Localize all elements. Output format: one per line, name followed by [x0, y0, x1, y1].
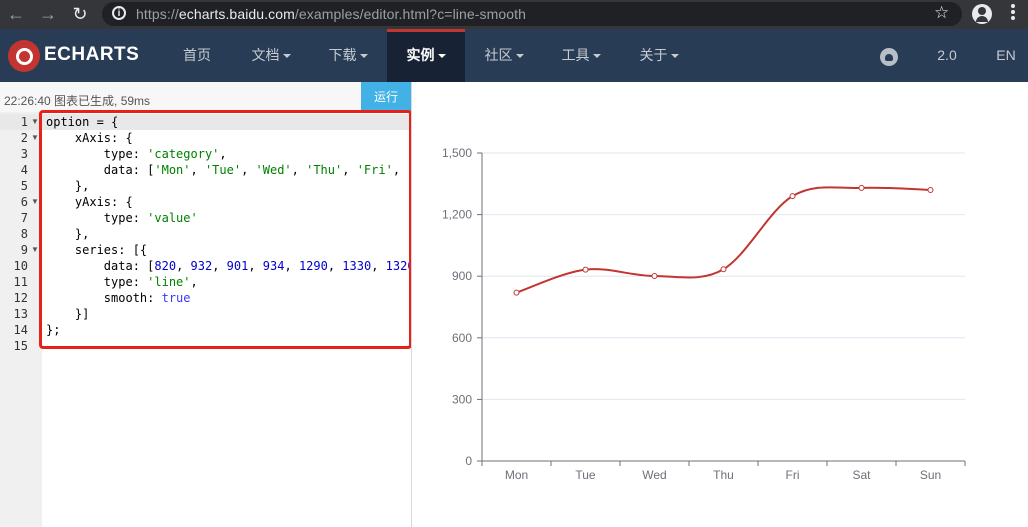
forward-arrow-icon[interactable]: →: [38, 4, 58, 24]
y-tick-label: 900: [452, 269, 472, 283]
line-number: 2: [20, 131, 28, 145]
reload-icon[interactable]: ↻: [70, 4, 90, 24]
status-text: 22:26:40 图表已生成, 59ms: [4, 94, 151, 108]
x-tick-label: Tue: [575, 468, 596, 482]
y-tick-label: 1,200: [442, 208, 472, 222]
caret-down-icon: [437, 54, 446, 59]
address-bar[interactable]: i https://echarts.baidu.com/examples/edi…: [102, 2, 962, 26]
line-number: 7: [20, 211, 28, 225]
line-number: 14: [13, 323, 28, 337]
echarts-logo[interactable]: ECHARTS: [8, 40, 148, 72]
logo-mark-icon: [8, 40, 40, 72]
line-number: 6: [20, 195, 28, 209]
line-number: 4: [20, 163, 28, 177]
data-point[interactable]: [513, 289, 520, 296]
highlight-annotation-box: [39, 110, 412, 349]
bookmark-star-icon[interactable]: ☆: [934, 3, 949, 23]
browser-toolbar: ← → ↻ i https://echarts.baidu.com/exampl…: [0, 0, 1028, 29]
nav-examples[interactable]: 实例: [387, 29, 465, 82]
nav-tools[interactable]: 工具: [551, 29, 611, 82]
caret-down-icon: [670, 54, 679, 59]
line-number: 13: [13, 307, 28, 321]
y-tick-label: 600: [452, 331, 472, 345]
nav-version[interactable]: 2.0: [927, 29, 967, 82]
data-point[interactable]: [858, 184, 865, 191]
nav-download[interactable]: 下载: [318, 29, 378, 82]
x-tick-label: Sat: [852, 468, 871, 482]
caret-down-icon: [359, 54, 368, 59]
back-arrow-icon[interactable]: ←: [6, 4, 26, 24]
account-icon[interactable]: [972, 4, 992, 24]
caret-down-icon: [592, 54, 601, 59]
line-number: 5: [20, 179, 28, 193]
line-number: 11: [13, 275, 28, 289]
x-tick-label: Fri: [786, 468, 800, 482]
data-point[interactable]: [651, 272, 658, 279]
fold-arrow-icon[interactable]: ▼: [31, 133, 39, 142]
nav-community[interactable]: 社区: [474, 29, 534, 82]
github-icon[interactable]: [880, 48, 898, 66]
x-tick-label: Wed: [642, 468, 666, 482]
x-tick-label: Sun: [920, 468, 941, 482]
run-button[interactable]: 运行: [361, 82, 411, 112]
logo-text: ECHARTS: [44, 44, 140, 65]
browser-menu-icon[interactable]: [1011, 4, 1015, 24]
fold-arrow-icon[interactable]: ▼: [31, 245, 39, 254]
nav-lang[interactable]: EN: [986, 29, 1026, 82]
x-tick-label: Thu: [713, 468, 734, 482]
y-tick-label: 0: [465, 454, 472, 468]
nav-about[interactable]: 关于: [629, 29, 689, 82]
series-line[interactable]: [516, 186, 931, 294]
line-number: 8: [20, 227, 28, 241]
data-point[interactable]: [582, 266, 589, 273]
line-number: 10: [13, 259, 28, 273]
line-number: 1: [20, 115, 28, 129]
data-point[interactable]: [789, 193, 796, 200]
caret-down-icon: [515, 54, 524, 59]
nav-docs[interactable]: 文档: [241, 29, 301, 82]
line-number: 12: [13, 291, 28, 305]
fold-arrow-icon[interactable]: ▼: [31, 117, 39, 126]
data-point[interactable]: [927, 186, 934, 193]
line-number: 15: [13, 339, 28, 353]
site-info-icon[interactable]: i: [112, 6, 126, 20]
line-number: 3: [20, 147, 28, 161]
y-tick-label: 300: [452, 392, 472, 406]
caret-down-icon: [282, 54, 291, 59]
editor-status-bar: 22:26:40 图表已生成, 59ms: [0, 82, 412, 112]
nav-home[interactable]: 首页: [172, 29, 222, 82]
data-point[interactable]: [720, 266, 727, 273]
site-nav: ECHARTS 首页 文档 下载 实例 社区 工具 关于 2.0 EN: [0, 29, 1028, 82]
line-number: 9: [20, 243, 28, 257]
fold-arrow-icon[interactable]: ▼: [31, 197, 39, 206]
x-tick-label: Mon: [505, 468, 528, 482]
y-tick-label: 1,500: [442, 146, 472, 160]
line-chart[interactable]: 0 300 600 900 1,200 1,500 Mon Tue Wed Thu Fri Sat Su…: [412, 82, 1028, 527]
url-text: https://echarts.baidu.com/examples/edito…: [136, 6, 527, 22]
